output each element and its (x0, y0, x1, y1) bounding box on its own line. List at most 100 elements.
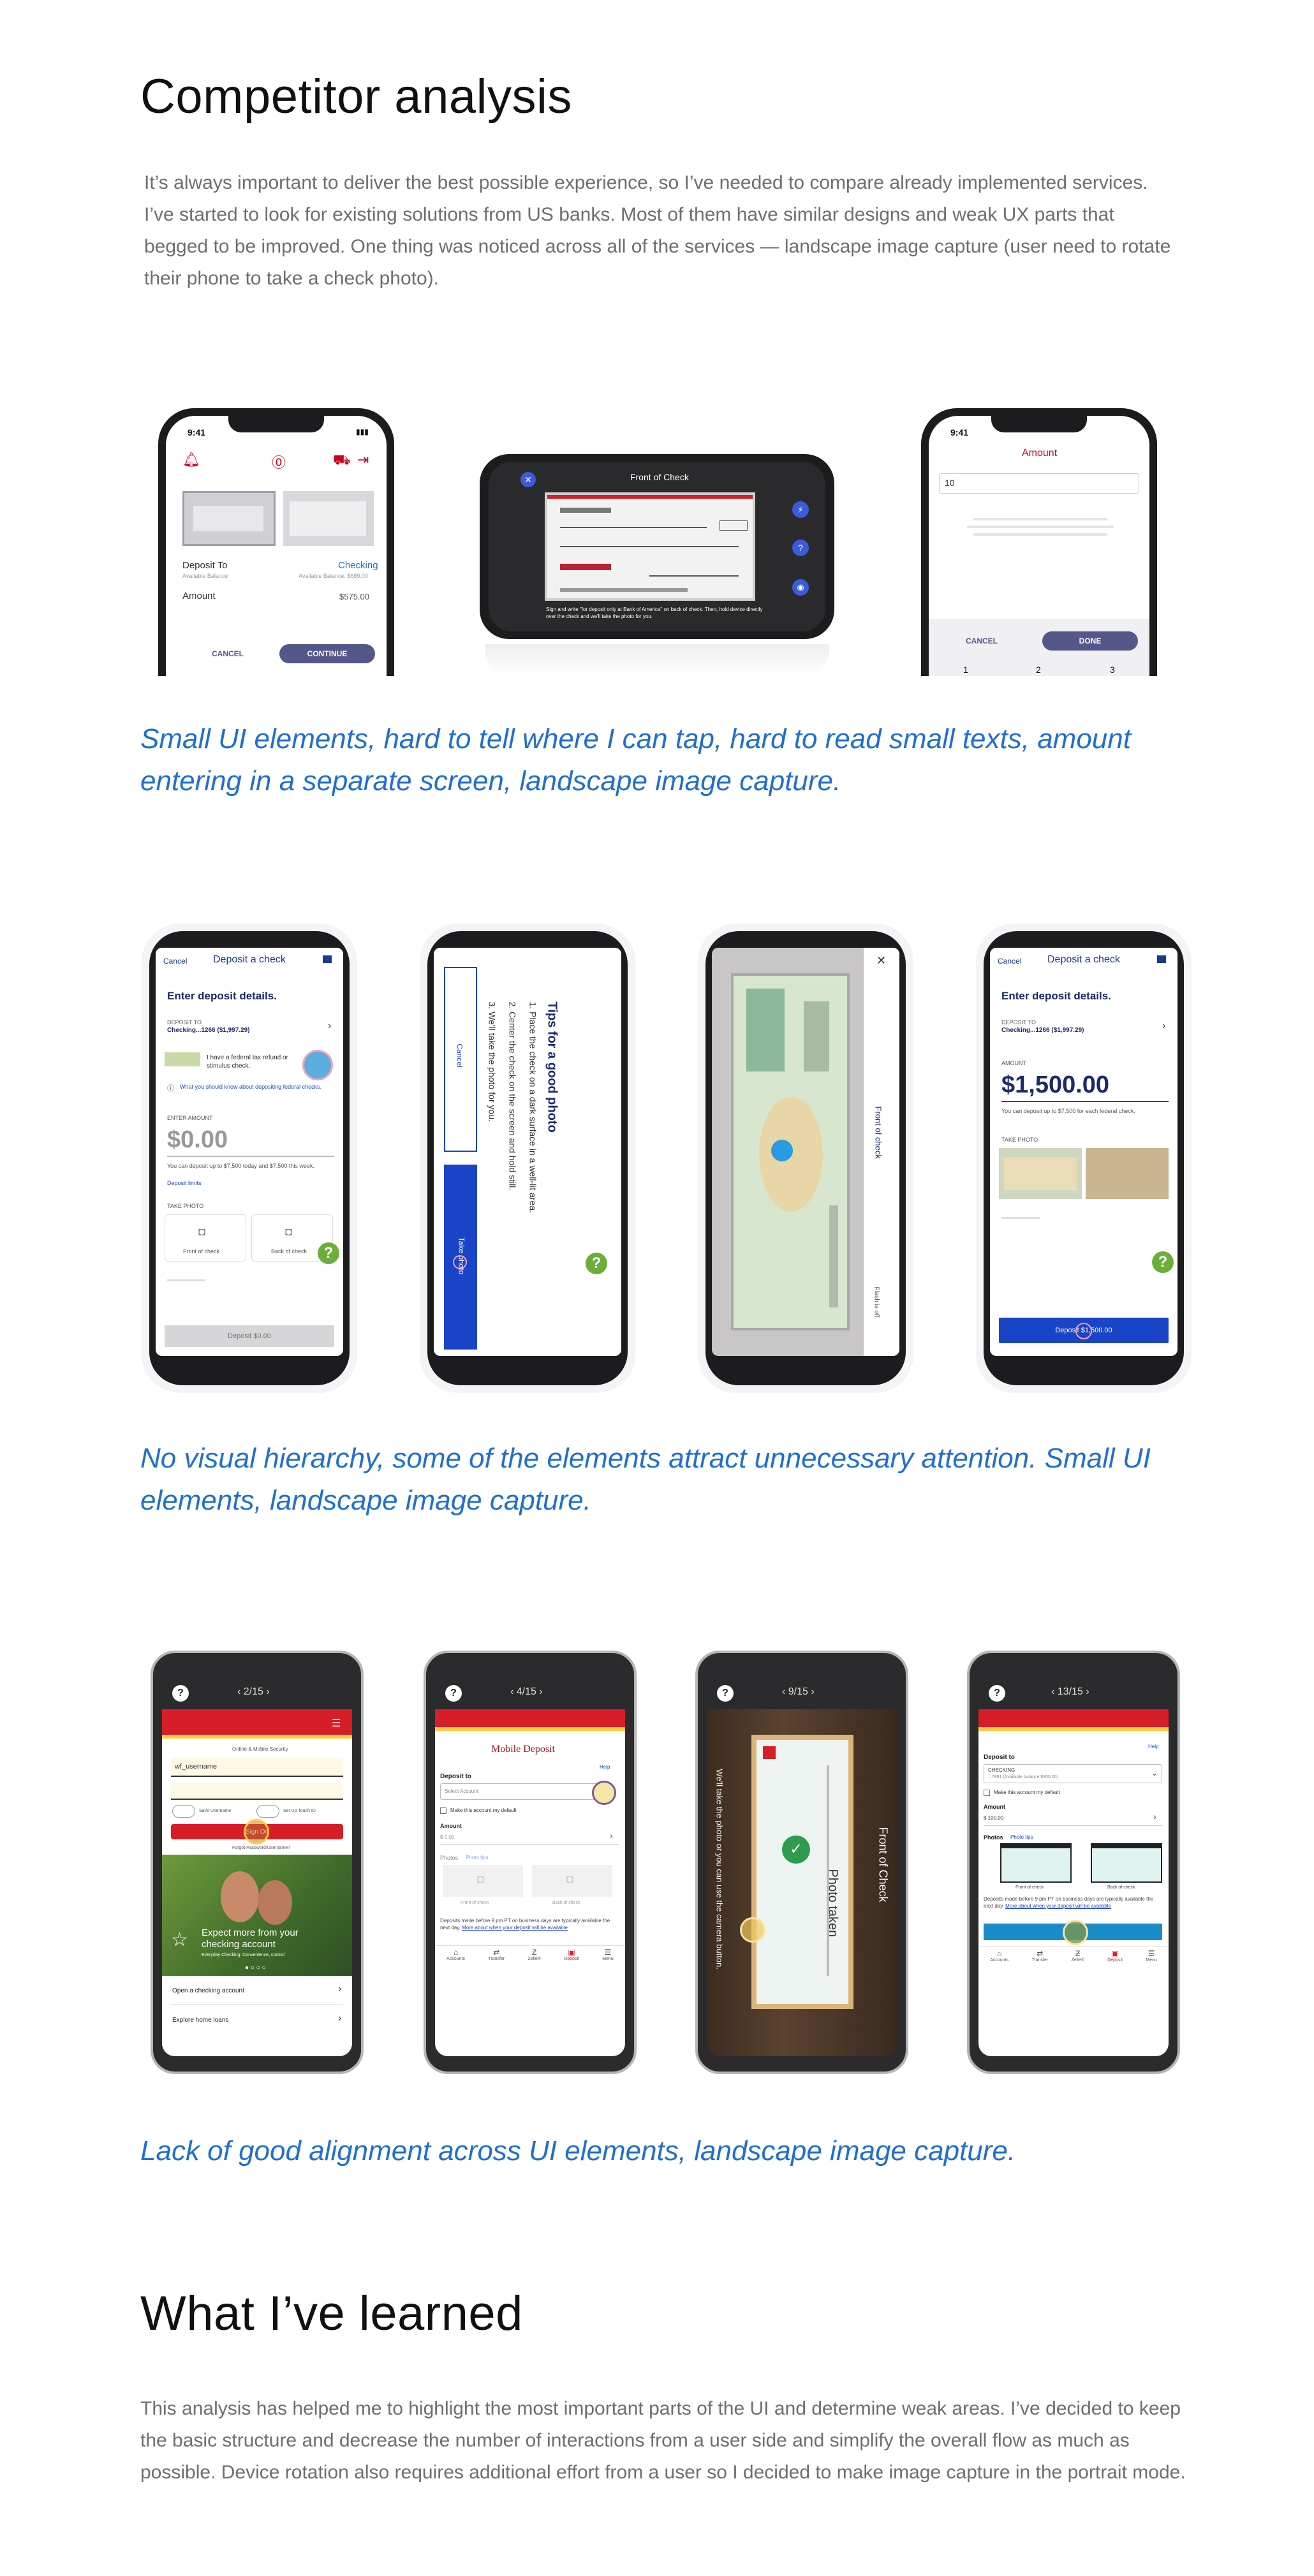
help-icon[interactable]: ⓪ (272, 452, 286, 472)
cancel-button[interactable]: CANCEL (966, 637, 998, 645)
cancel-button[interactable]: CANCEL (212, 649, 244, 658)
pager[interactable]: ‹ 13/15 › (1051, 1686, 1089, 1698)
cart-icon[interactable]: ⛟ (333, 452, 351, 470)
take-photo-label: TAKE PHOTO (167, 1203, 204, 1209)
amount-field[interactable]: $0.00 (167, 1126, 228, 1154)
note-link[interactable]: More about when your deposit will be ava… (1005, 1903, 1111, 1909)
flash-icon[interactable]: ⚡︎ (792, 501, 809, 518)
amount-field[interactable]: $ 0.00 (440, 1834, 454, 1840)
save-username-toggle[interactable] (172, 1805, 195, 1818)
back-label: Back of check (552, 1901, 580, 1905)
pager[interactable]: ‹ 4/15 › (510, 1686, 543, 1698)
continue-button[interactable]: CONTINUE (279, 644, 375, 663)
pager[interactable]: ‹ 9/15 › (782, 1686, 815, 1698)
check-back-thumb[interactable] (283, 491, 374, 546)
amount-field[interactable]: $1,500.00 (1001, 1071, 1109, 1099)
amount-input[interactable]: 10 (939, 473, 1139, 494)
nav-transfer[interactable]: ⇄ Transfer (1031, 1949, 1048, 1975)
account-name[interactable]: Checking (338, 560, 378, 571)
status-time: 9:41 (950, 427, 969, 438)
front-of-check-button[interactable]: ◘ Front of check (165, 1214, 246, 1262)
help-icon[interactable]: ? (989, 1685, 1005, 1702)
nav-zelle[interactable]: Ƶ Zelle® (528, 1948, 541, 1973)
camera-icon: ◘ (285, 1225, 292, 1238)
nav-menu[interactable]: ☰ Menu (1146, 1949, 1157, 1975)
front-photo-slot[interactable]: ◘ (443, 1865, 523, 1897)
close-icon[interactable]: ✕ (876, 954, 886, 968)
account-select[interactable]: Checking...1266 ($1,997.29) (167, 1027, 250, 1034)
username-input[interactable]: wf_username (171, 1758, 343, 1777)
cancel-button[interactable]: Cancel (444, 967, 477, 1152)
app-header (978, 1709, 1169, 1727)
help-icon[interactable]: ? (318, 1242, 339, 1264)
pager[interactable]: ‹ 2/15 › (237, 1686, 270, 1698)
photo-tips-link[interactable]: Photo tips (1010, 1834, 1033, 1840)
chat-icon[interactable] (1157, 955, 1166, 963)
default-checkbox[interactable] (984, 1790, 990, 1796)
key-1[interactable]: 1 (963, 665, 968, 675)
chat-icon[interactable] (323, 955, 332, 963)
nav-accounts[interactable]: ⌂ Accounts (447, 1948, 465, 1973)
help-link[interactable]: Help (600, 1764, 610, 1770)
camera-icon[interactable]: ◉ (792, 579, 809, 596)
help-icon[interactable]: ? (586, 1253, 607, 1274)
shutter-button[interactable] (740, 1917, 765, 1943)
deposit-button[interactable]: Deposit $0.00 (165, 1325, 334, 1347)
help-link[interactable]: Help (1148, 1744, 1158, 1749)
front-of-check-photo[interactable] (999, 1148, 1082, 1199)
take-photo-button[interactable]: Take photo (444, 1165, 477, 1350)
nav-transfer[interactable]: ⇄ Transfer (488, 1948, 505, 1973)
logout-icon[interactable]: ⇥ (357, 452, 369, 468)
nav-accounts[interactable]: ⌂ Accounts (990, 1949, 1008, 1975)
password-input[interactable] (171, 1783, 343, 1800)
key-2[interactable]: 2 (1036, 665, 1041, 675)
touch-id-toggle[interactable] (256, 1805, 279, 1818)
nav-zelle[interactable]: Ƶ Zelle® (1072, 1949, 1084, 1975)
close-icon[interactable]: ✕ (520, 472, 536, 487)
front-label: Front of check (461, 1901, 489, 1905)
tap-indicator (1075, 1323, 1092, 1339)
cancel-link[interactable]: Cancel (998, 957, 1021, 966)
forgot-password-link[interactable]: Forgot Password/Username? (232, 1846, 290, 1850)
help-icon[interactable]: ? (445, 1685, 462, 1702)
nav-deposit[interactable]: ▣ Deposit (1107, 1949, 1123, 1975)
row3-phone-3: ? ‹ 9/15 › We'll take the photo or you c… (695, 1651, 908, 2074)
explore-loans-link[interactable]: Explore home loans (172, 2017, 228, 2024)
bell-icon[interactable]: 🔔︎ (182, 452, 200, 468)
nav-label: Menu (1146, 1958, 1157, 1962)
flash-toggle[interactable]: Flash is off (873, 1286, 880, 1317)
back-photo[interactable] (1091, 1843, 1162, 1883)
refund-toggle[interactable] (302, 1050, 333, 1080)
deposit-limits-link[interactable]: Deposit limits (167, 1180, 202, 1186)
account-select[interactable]: Checking...1266 ($1,997.29) (1001, 1027, 1084, 1034)
chevron-down-icon[interactable] (592, 1781, 616, 1805)
nav-menu[interactable]: ☰ Menu (602, 1948, 614, 1973)
front-photo[interactable] (1000, 1843, 1072, 1883)
federal-info-link[interactable]: What you should know about depositing fe… (180, 1083, 327, 1091)
help-icon[interactable]: ? (792, 540, 809, 556)
key-3[interactable]: 3 (1110, 665, 1115, 675)
back-of-check-photo[interactable] (1086, 1148, 1169, 1199)
open-checking-link[interactable]: Open a checking account (172, 1987, 244, 1994)
security-link[interactable]: Online & Mobile Security (232, 1746, 288, 1752)
account-select[interactable]: Select Account (440, 1783, 602, 1800)
amount-field[interactable]: $ 100.00 (984, 1815, 1003, 1821)
nav-deposit[interactable]: ▣ Deposit (564, 1948, 579, 1973)
help-icon[interactable]: ? (1152, 1251, 1174, 1273)
check-front-thumb[interactable] (182, 491, 276, 546)
menu-icon[interactable]: ☰ (332, 1717, 341, 1730)
amount-value[interactable]: $575.00 (339, 592, 369, 601)
default-checkbox[interactable] (440, 1807, 447, 1814)
cancel-link[interactable]: Cancel (163, 957, 187, 966)
carousel-dots[interactable]: ● ○ ○ ○ (245, 1964, 266, 1971)
help-icon[interactable]: ? (172, 1685, 189, 1702)
account-select[interactable]: CHECKING ...7891 (Available balance $300… (984, 1764, 1162, 1783)
note-link[interactable]: More about when your deposit will be ava… (462, 1925, 568, 1931)
chevron-right-icon: › (338, 2013, 342, 2024)
back-photo-slot[interactable]: ◘ (532, 1865, 612, 1897)
help-icon[interactable]: ? (717, 1685, 734, 1702)
done-button[interactable]: DONE (1042, 631, 1138, 651)
photo-tips-link[interactable]: Photo tips (466, 1855, 489, 1860)
promo-banner[interactable]: ☆ Expect more from your checking account… (162, 1855, 352, 1976)
divider (440, 1844, 619, 1845)
